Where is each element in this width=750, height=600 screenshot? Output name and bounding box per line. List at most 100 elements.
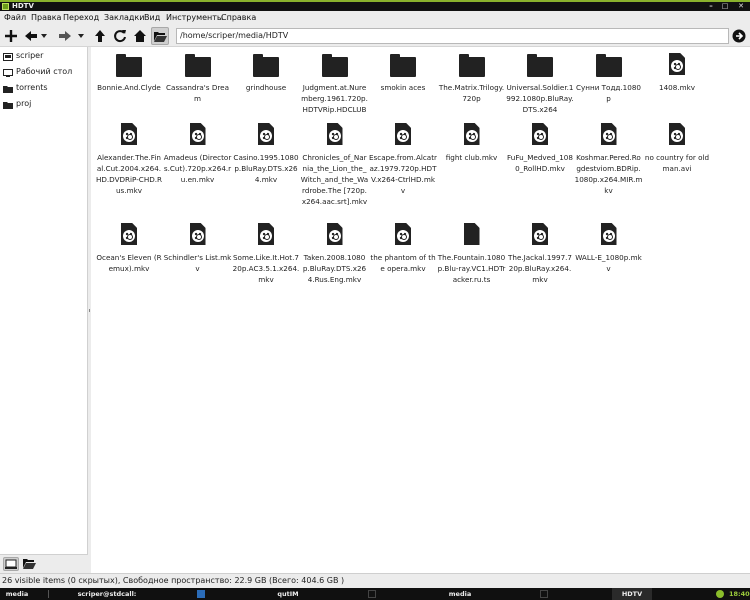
video-file-icon bbox=[183, 222, 213, 250]
file-item[interactable]: no country for old man.avi bbox=[642, 122, 712, 174]
folder-shape bbox=[390, 54, 416, 77]
file-name: Alexander.The.Final.Cut.2004.x264.HD.DVD… bbox=[95, 153, 163, 195]
file-name: Casino.1995.1080p.BluRay.DTS.x264.mkv bbox=[233, 153, 299, 184]
sidebar-item-desktop[interactable]: Рабочий стол bbox=[0, 65, 88, 79]
task-media-workspace[interactable]: media bbox=[2, 588, 32, 600]
video-file-icon bbox=[388, 222, 418, 250]
folder-open-icon[interactable] bbox=[151, 27, 169, 45]
task-hdtv[interactable]: HDTV bbox=[612, 588, 652, 600]
back-history-chevron-icon[interactable] bbox=[40, 27, 48, 45]
file-item[interactable]: fight club.mkv bbox=[437, 122, 507, 163]
folder-item[interactable]: Сунни Тодд.1080p bbox=[574, 52, 644, 104]
folder-icon bbox=[3, 100, 13, 109]
status-bar: 26 visible items (0 скрытых), Свободное … bbox=[0, 573, 750, 588]
film-reel-icon bbox=[260, 230, 272, 242]
file-item[interactable]: Schindler's List.mkv bbox=[163, 222, 233, 274]
folder-icon bbox=[457, 52, 487, 80]
video-file-icon bbox=[594, 122, 624, 150]
folder-shape bbox=[184, 54, 211, 77]
task-media[interactable]: media bbox=[440, 588, 480, 600]
folder-icon bbox=[540, 590, 548, 598]
task-terminal[interactable]: scriper@stdcall: ~/media/HDTV bbox=[52, 588, 162, 600]
tree-view-icon[interactable] bbox=[22, 557, 38, 571]
forward-arrow-icon[interactable] bbox=[56, 27, 74, 45]
file-item[interactable]: Chronicles_of_Narnia_the_Lion_the_Witch_… bbox=[300, 122, 370, 207]
folder-item[interactable]: Bonnie.And.Clyde bbox=[94, 52, 164, 93]
file-item[interactable]: 1408.mkv bbox=[642, 52, 712, 93]
plus-icon[interactable] bbox=[2, 27, 20, 45]
menu-help[interactable]: Справка bbox=[221, 11, 256, 25]
folder-shape bbox=[253, 54, 279, 77]
file-item[interactable]: Taken.2008.1080p.BluRay.DTS.x264.Rus.Eng… bbox=[300, 222, 370, 285]
path-input[interactable]: /home/scriper/media/HDTV bbox=[176, 28, 729, 44]
maximize-icon[interactable]: □ bbox=[720, 2, 730, 11]
file-item[interactable]: Ocean's Eleven (Remux).mkv bbox=[94, 222, 164, 274]
file-item[interactable]: The.Fountain.1080p.Blu-ray.VC1.HDTracker… bbox=[437, 222, 507, 285]
menu-bar: Файл Правка Переход Закладки Вид Инструм… bbox=[0, 11, 750, 25]
video-file-icon bbox=[114, 122, 144, 150]
folder-shape bbox=[527, 54, 553, 77]
file-item[interactable]: The.Jackal.1997.720p.BluRay.x264.mkv bbox=[505, 222, 575, 285]
video-file-icon bbox=[457, 122, 487, 150]
task-qutim[interactable]: qutIM bbox=[268, 588, 308, 600]
folder-item[interactable]: The.Matrix.Trilogy.720p bbox=[437, 52, 507, 104]
home-drive-icon bbox=[3, 52, 13, 61]
minimize-icon[interactable]: – bbox=[706, 2, 716, 11]
title-bar: HDTV – □ ✕ bbox=[0, 0, 750, 11]
menu-file[interactable]: Файл bbox=[4, 11, 26, 25]
file-item[interactable]: Amadeus (Directors.Cut).720p.x264.ru.en.… bbox=[163, 122, 233, 185]
sidebar-item-proj[interactable]: proj bbox=[0, 97, 88, 111]
splitter-grip bbox=[89, 309, 90, 312]
file-name: The.Fountain.1080p.Blu-ray.VC1.HDTracker… bbox=[437, 253, 506, 284]
menu-bookmarks[interactable]: Закладки bbox=[104, 11, 144, 25]
folder-item[interactable]: Cassandra's Dream bbox=[163, 52, 233, 104]
film-reel-icon bbox=[260, 130, 272, 142]
file-name: Chronicles_of_Narnia_the_Lion_the_Witch_… bbox=[300, 153, 369, 206]
forward-history-chevron-icon[interactable] bbox=[77, 27, 85, 45]
file-item[interactable]: FuFu_Medved_1080_RollHD.mkv bbox=[505, 122, 575, 174]
folder-item[interactable]: grindhouse bbox=[231, 52, 301, 93]
sidebar: scriper Рабочий стол torrents proj bbox=[0, 47, 88, 573]
sidebar-item-torrents[interactable]: torrents bbox=[0, 81, 88, 95]
video-file-icon bbox=[594, 222, 624, 250]
menu-tools[interactable]: Инструменты bbox=[166, 11, 223, 25]
file-name: WALL-E_1080p.mkv bbox=[575, 253, 642, 273]
file-name: Cassandra's Dream bbox=[166, 83, 229, 103]
menu-view[interactable]: Вид bbox=[144, 11, 160, 25]
qutim-icon bbox=[197, 590, 205, 598]
go-icon[interactable] bbox=[731, 28, 747, 44]
sidebar-item-scriper[interactable]: scriper bbox=[0, 49, 88, 63]
refresh-icon[interactable] bbox=[111, 27, 129, 45]
file-item[interactable]: Some.Like.It.Hot.720p.AC3.5.1.x264.mkv bbox=[231, 222, 301, 285]
up-arrow-icon[interactable] bbox=[91, 27, 109, 45]
file-item[interactable]: WALL-E_1080p.mkv bbox=[574, 222, 644, 274]
file-name: the phantom of the opera.mkv bbox=[370, 253, 436, 273]
file-item[interactable]: Escape.from.Alcatraz.1979.720p.HDTV.x264… bbox=[368, 122, 438, 196]
file-item[interactable]: Koshmar.Pered.Rogdestviom.BDRip.1080p.x2… bbox=[574, 122, 644, 196]
folder-icon bbox=[368, 590, 376, 598]
video-file-icon bbox=[251, 222, 281, 250]
back-arrow-icon[interactable] bbox=[22, 27, 40, 45]
folder-item[interactable]: smokin aces bbox=[368, 52, 438, 93]
film-reel-icon bbox=[465, 130, 478, 142]
film-reel-icon bbox=[602, 230, 615, 242]
places-view-icon[interactable] bbox=[3, 557, 19, 571]
file-name: smokin aces bbox=[380, 83, 426, 92]
file-item[interactable]: Casino.1995.1080p.BluRay.DTS.x264.mkv bbox=[231, 122, 301, 185]
file-item[interactable]: the phantom of the opera.mkv bbox=[368, 222, 438, 274]
home-icon[interactable] bbox=[131, 27, 149, 45]
sidebar-item-label: torrents bbox=[16, 83, 48, 92]
file-name: Amadeus (Directors.Cut).720p.x264.ru.en.… bbox=[163, 153, 232, 184]
file-grid: Bonnie.And.Clyde Cassandra's Dream grindho… bbox=[91, 47, 750, 573]
menu-edit[interactable]: Правка bbox=[31, 11, 61, 25]
taskbar: media scriper@stdcall: ~/media/HDTV qutI… bbox=[0, 588, 750, 600]
file-name: Сунни Тодд.1080p bbox=[576, 83, 641, 103]
close-icon[interactable]: ✕ bbox=[736, 2, 746, 11]
folder-item[interactable]: Universal.Soldier.1992.1080p.BluRay.DTS.… bbox=[505, 52, 575, 115]
menu-go[interactable]: Переход bbox=[63, 11, 99, 25]
file-item[interactable]: Alexander.The.Final.Cut.2004.x264.HD.DVD… bbox=[94, 122, 164, 196]
folder-item[interactable]: Judgment.at.Nuremberg.1961.720p.HDTVRip.… bbox=[300, 52, 370, 115]
file-name: 1408.mkv bbox=[659, 83, 695, 92]
gear-icon[interactable] bbox=[716, 590, 724, 598]
film-reel-icon bbox=[534, 230, 546, 242]
